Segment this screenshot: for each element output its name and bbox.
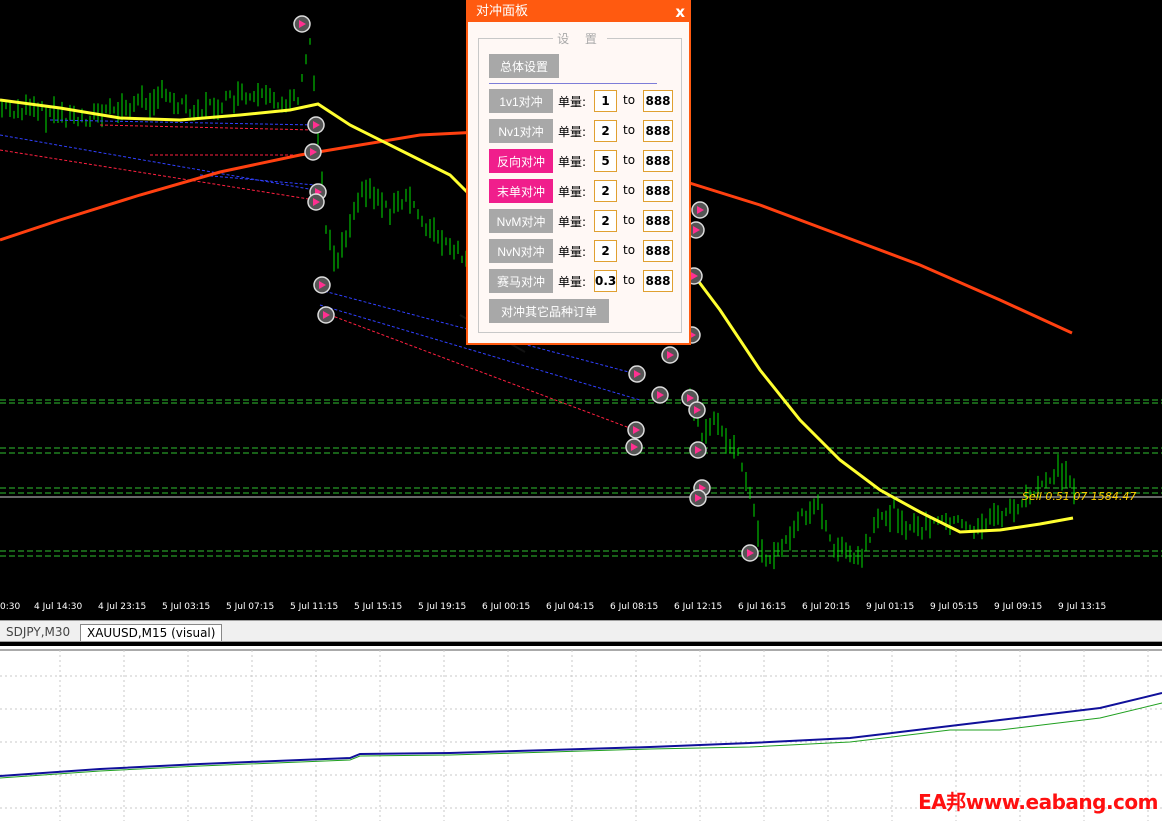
- divider: [489, 83, 657, 84]
- hedge-row-nvn: NvN对冲 单量: 2 to 888: [489, 239, 675, 263]
- lot-label: 单量:: [558, 185, 587, 199]
- time-label: 5 Jul 11:15: [290, 602, 339, 612]
- lot-label: 单量:: [558, 95, 587, 109]
- close-icon[interactable]: x: [675, 2, 685, 22]
- hedge-row-reverse: 反向对冲 单量: 5 to 888: [489, 149, 675, 173]
- trade-line: [199, 174, 316, 186]
- hedge-horse-race-button[interactable]: 赛马对冲: [489, 269, 553, 293]
- lot-label: 单量:: [558, 215, 587, 229]
- max-input-last-order[interactable]: 888: [643, 180, 673, 202]
- trade-line: [99, 124, 316, 131]
- lot-input-last-order[interactable]: 2: [594, 180, 617, 202]
- hedge-panel: 对冲面板 x 设 置 总体设置 1v1对冲 单量: 1 to 888 Nv1对冲…: [466, 0, 691, 345]
- equity-line: [0, 702, 1162, 779]
- general-settings-button[interactable]: 总体设置: [489, 54, 559, 78]
- lot-input-nvm[interactable]: 2: [594, 210, 617, 232]
- hedge-nvm-button[interactable]: NvM对冲: [489, 209, 553, 233]
- panel-header[interactable]: 对冲面板 x: [468, 2, 689, 22]
- lot-input-1v1[interactable]: 1: [594, 90, 617, 112]
- order-price-label: Sell 0.51 07 1584.47: [1022, 490, 1137, 503]
- trade-line: [0, 149, 316, 201]
- settings-group: 设 置 总体设置 1v1对冲 单量: 1 to 888 Nv1对冲 单量: 2 …: [478, 32, 682, 333]
- hedge-1v1-button[interactable]: 1v1对冲: [489, 89, 553, 113]
- balance-line: [0, 692, 1162, 777]
- max-input-nvn[interactable]: 888: [643, 240, 673, 262]
- chart-tabs-bar: SDJPY,M30 XAUUSD,M15 (visual): [0, 620, 1162, 642]
- equity-curve-panel: EA邦www.eabang.com: [0, 646, 1162, 821]
- hedge-row-horse-race: 赛马对冲 单量: 0.3 to 888: [489, 269, 675, 293]
- hedge-row-nv1: Nv1对冲 单量: 2 to 888: [489, 119, 675, 143]
- time-label: 5 Jul 15:15: [354, 602, 403, 612]
- to-label: to: [623, 123, 636, 137]
- time-label: 9 Jul 05:15: [930, 602, 979, 612]
- lot-input-horse-race[interactable]: 0.3: [594, 270, 617, 292]
- time-axis: 0:30 4 Jul 14:30 4 Jul 23:15 5 Jul 03:15 5 J…: [0, 596, 1162, 620]
- hedge-other-symbols-button[interactable]: 对冲其它品种订单: [489, 299, 609, 323]
- lot-input-reverse[interactable]: 5: [594, 150, 617, 172]
- lot-label: 单量:: [558, 275, 587, 289]
- time-label: 0:30: [0, 602, 21, 612]
- watermark: EA邦www.eabang.com: [918, 790, 1158, 814]
- lot-label: 单量:: [558, 125, 587, 139]
- hedge-row-nvm: NvM对冲 单量: 2 to 888: [489, 209, 675, 233]
- hedge-row-1v1: 1v1对冲 单量: 1 to 888: [489, 89, 675, 113]
- to-label: to: [623, 213, 636, 227]
- time-label: 6 Jul 08:15: [610, 602, 659, 612]
- to-label: to: [623, 153, 636, 167]
- hedge-row-last-order: 末单对冲 单量: 2 to 888: [489, 179, 675, 203]
- time-label: 6 Jul 16:15: [738, 602, 787, 612]
- time-label: 9 Jul 09:15: [994, 602, 1043, 612]
- hedge-reverse-button[interactable]: 反向对冲: [489, 149, 553, 173]
- hedge-last-order-button[interactable]: 末单对冲: [489, 179, 553, 203]
- time-label: 6 Jul 00:15: [482, 602, 531, 612]
- time-label: 5 Jul 07:15: [226, 602, 275, 612]
- max-input-horse-race[interactable]: 888: [643, 270, 673, 292]
- tab-xauusd-m15[interactable]: XAUUSD,M15 (visual): [80, 624, 223, 641]
- time-label: 5 Jul 03:15: [162, 602, 211, 612]
- max-input-nv1[interactable]: 888: [643, 120, 673, 142]
- time-label: 6 Jul 04:15: [546, 602, 595, 612]
- to-label: to: [623, 243, 636, 257]
- settings-legend: 设 置: [553, 32, 607, 46]
- max-input-nvm[interactable]: 888: [643, 210, 673, 232]
- time-label: 6 Jul 12:15: [674, 602, 723, 612]
- tab-usdjpy-m30[interactable]: SDJPY,M30: [0, 624, 76, 641]
- panel-title: 对冲面板: [476, 4, 529, 19]
- max-input-reverse[interactable]: 888: [643, 150, 673, 172]
- time-label: 5 Jul 19:15: [418, 602, 467, 612]
- lot-input-nv1[interactable]: 2: [594, 120, 617, 142]
- time-label: 9 Jul 13:15: [1058, 602, 1107, 612]
- to-label: to: [623, 183, 636, 197]
- lot-label: 单量:: [558, 245, 587, 259]
- time-label: 9 Jul 01:15: [866, 602, 915, 612]
- to-label: to: [623, 93, 636, 107]
- time-label: 4 Jul 14:30: [34, 602, 83, 612]
- hedge-nv1-button[interactable]: Nv1对冲: [489, 119, 553, 143]
- time-label: 4 Jul 23:15: [98, 602, 147, 612]
- max-input-1v1[interactable]: 888: [643, 90, 673, 112]
- hedge-nvn-button[interactable]: NvN对冲: [489, 239, 553, 263]
- to-label: to: [623, 273, 636, 287]
- time-label: 6 Jul 20:15: [802, 602, 851, 612]
- lot-label: 单量:: [558, 155, 587, 169]
- lot-input-nvn[interactable]: 2: [594, 240, 617, 262]
